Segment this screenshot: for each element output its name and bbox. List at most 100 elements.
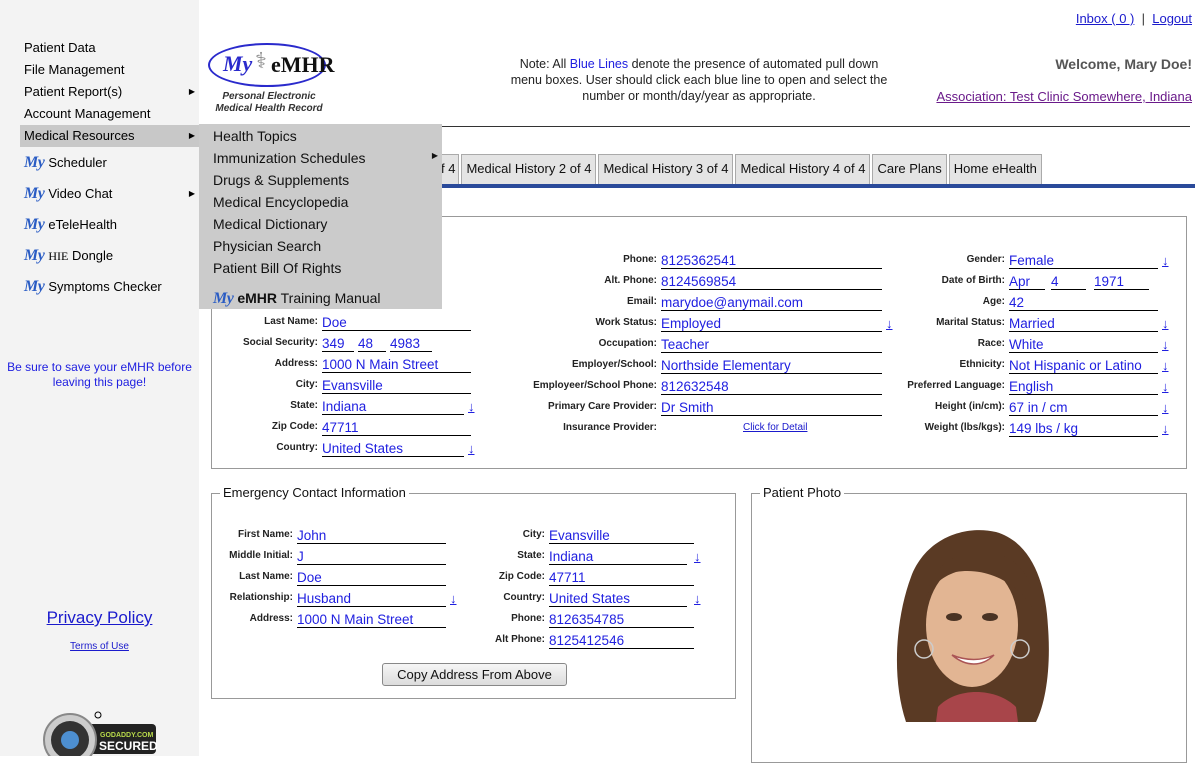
- nav-medical-resources[interactable]: Medical Resources ▶: [20, 125, 199, 147]
- nav-my-hie-dongle[interactable]: My HIE Dongle: [20, 240, 199, 271]
- ec-alt-phone-field[interactable]: Alt Phone: 8125412546: [495, 629, 694, 649]
- ec-state-field[interactable]: State: Indiana ↓: [517, 545, 709, 565]
- nav-my-etelehealth[interactable]: My eTeleHealth: [20, 209, 199, 240]
- association-link[interactable]: Association: Test Clinic Somewhere, Indi…: [936, 89, 1192, 104]
- field-value: 1971: [1094, 274, 1125, 289]
- patient-photo-image[interactable]: [886, 527, 1054, 722]
- country-field[interactable]: Country: United States ↓: [276, 437, 482, 457]
- terms-of-use-link[interactable]: Terms of Use: [70, 641, 129, 652]
- employer-phone-field[interactable]: Employeer/School Phone: 812632548: [533, 375, 882, 395]
- field-value: Employed: [661, 316, 722, 331]
- dropdown-arrow-icon[interactable]: ↓: [1162, 254, 1169, 267]
- dropdown-arrow-icon[interactable]: ↓: [1162, 380, 1169, 393]
- tab-medical-history-2[interactable]: Medical History 2 of 4: [461, 154, 597, 184]
- zip-code-field[interactable]: Zip Code: 47711: [272, 416, 471, 436]
- submenu-medical-dictionary[interactable]: Medical Dictionary: [199, 213, 442, 235]
- ec-address-field[interactable]: Address: 1000 N Main Street: [250, 608, 446, 628]
- occupation-field[interactable]: Occupation: Teacher: [599, 333, 882, 353]
- nav-label: Dongle: [71, 248, 114, 263]
- employer-field[interactable]: Employer/School: Northside Elementary: [572, 354, 882, 374]
- nav-patient-reports[interactable]: Patient Report(s) ▶: [20, 81, 199, 103]
- ssn-part-1[interactable]: 349: [322, 332, 354, 352]
- submenu-patient-bill-of-rights[interactable]: Patient Bill Of Rights: [199, 257, 442, 279]
- submenu-health-topics[interactable]: Health Topics: [199, 125, 442, 147]
- dropdown-arrow-icon[interactable]: ↓: [468, 400, 475, 413]
- ec-zip-code-field[interactable]: Zip Code: 47711: [499, 566, 694, 586]
- seal-label: SECURED: [99, 739, 157, 753]
- alt-phone-field[interactable]: Alt. Phone: 8124569854: [604, 270, 882, 290]
- submenu-physician-search[interactable]: Physician Search: [199, 235, 442, 257]
- dropdown-arrow-icon[interactable]: ↓: [694, 592, 701, 605]
- insurance-detail-link[interactable]: Click for Detail: [743, 422, 807, 433]
- dropdown-arrow-icon[interactable]: ↓: [468, 442, 475, 455]
- tab-medical-history-3[interactable]: Medical History 3 of 4: [598, 154, 734, 184]
- field-label: Weight (lbs/kgs):: [924, 422, 1005, 433]
- marital-status-field[interactable]: Marital Status: Married ↓: [936, 312, 1174, 332]
- ec-relationship-field[interactable]: Relationship: Husband ↓: [230, 587, 462, 607]
- nav-label: eTeleHealth: [48, 217, 117, 232]
- primary-care-provider-field[interactable]: Primary Care Provider: Dr Smith: [548, 396, 882, 416]
- submenu-drugs-supplements[interactable]: Drugs & Supplements: [199, 169, 442, 191]
- tab-medical-history-4[interactable]: Medical History 4 of 4: [735, 154, 871, 184]
- ethnicity-field[interactable]: Ethnicity: Not Hispanic or Latino ↓: [959, 354, 1174, 374]
- address-field[interactable]: Address: 1000 N Main Street: [275, 353, 471, 373]
- gender-field[interactable]: Gender: Female ↓: [967, 249, 1174, 269]
- dropdown-arrow-icon[interactable]: ↓: [1162, 401, 1169, 414]
- ec-city-field[interactable]: City: Evansville: [523, 524, 694, 544]
- field-underline: [549, 627, 694, 628]
- dob-year[interactable]: 1971: [1094, 270, 1149, 290]
- dropdown-arrow-icon[interactable]: ↓: [886, 317, 893, 330]
- last-name-field[interactable]: Last Name: Doe: [264, 311, 471, 331]
- dob-month[interactable]: Apr: [1009, 270, 1045, 290]
- copy-address-button[interactable]: Copy Address From Above: [382, 663, 567, 686]
- submenu-medical-encyclopedia[interactable]: Medical Encyclopedia: [199, 191, 442, 213]
- field-value: 47711: [549, 570, 586, 585]
- field-label: Insurance Provider:: [563, 422, 657, 433]
- city-field[interactable]: City: Evansville: [296, 374, 471, 394]
- field-underline: [322, 372, 471, 373]
- ec-last-name-field[interactable]: Last Name: Doe: [239, 566, 446, 586]
- field-underline: [322, 414, 464, 415]
- dropdown-arrow-icon[interactable]: ↓: [1162, 422, 1169, 435]
- inbox-link[interactable]: Inbox ( 0 ): [1076, 11, 1135, 26]
- tab-care-plans[interactable]: Care Plans: [872, 154, 947, 184]
- nav-my-video-chat[interactable]: My Video Chat ▶: [20, 178, 199, 209]
- logout-link[interactable]: Logout: [1152, 11, 1192, 26]
- godaddy-secured-seal-icon[interactable]: GODADDY.COM SECURED: [42, 710, 157, 756]
- dropdown-arrow-icon[interactable]: ↓: [694, 550, 701, 563]
- dropdown-arrow-icon[interactable]: ↓: [1162, 359, 1169, 372]
- nav-my-scheduler[interactable]: My Scheduler: [20, 147, 199, 178]
- dropdown-arrow-icon[interactable]: ↓: [1162, 317, 1169, 330]
- submenu-immunization-schedules[interactable]: Immunization Schedules ▶: [199, 147, 442, 169]
- race-field[interactable]: Race: White ↓: [978, 333, 1174, 353]
- ec-middle-initial-field[interactable]: Middle Initial: J: [229, 545, 446, 565]
- nav-account-management[interactable]: Account Management: [20, 103, 199, 125]
- dropdown-arrow-icon[interactable]: ↓: [450, 592, 457, 605]
- dropdown-arrow-icon[interactable]: ↓: [1162, 338, 1169, 351]
- nav-file-management[interactable]: File Management: [20, 59, 199, 81]
- field-underline: [1051, 289, 1086, 290]
- height-field[interactable]: Height (in/cm): 67 in / cm ↓: [935, 396, 1174, 416]
- ssn-part-3[interactable]: 4983: [390, 332, 432, 352]
- state-field[interactable]: State: Indiana ↓: [290, 395, 482, 415]
- preferred-language-field[interactable]: Preferred Language: English ↓: [907, 375, 1174, 395]
- ec-country-field[interactable]: Country: United States ↓: [503, 587, 709, 607]
- field-label: Employeer/School Phone:: [533, 380, 657, 391]
- nav-my-symptoms-checker[interactable]: My Symptoms Checker: [20, 271, 199, 302]
- ec-first-name-field[interactable]: First Name: John: [238, 524, 446, 544]
- tab-home-ehealth[interactable]: Home eHealth: [948, 154, 1042, 184]
- ssn-part-2[interactable]: 48: [358, 332, 386, 352]
- submenu-arrow-icon: ▶: [188, 87, 195, 96]
- field-value: 8125362541: [661, 253, 737, 268]
- privacy-policy-link[interactable]: Privacy Policy: [47, 608, 153, 627]
- caduceus-icon: ⚕: [255, 48, 267, 73]
- field-label: Work Status:: [595, 317, 658, 328]
- ec-phone-field[interactable]: Phone: 8126354785: [511, 608, 694, 628]
- submenu-training-manual[interactable]: My eMHR Training Manual: [199, 285, 442, 311]
- phone-field[interactable]: Phone: 8125362541: [623, 249, 882, 269]
- weight-field[interactable]: Weight (lbs/kgs): 149 lbs / kg ↓: [925, 417, 1174, 437]
- email-field[interactable]: Email: marydoe@anymail.com: [627, 291, 882, 311]
- dob-day[interactable]: 4: [1051, 270, 1086, 290]
- work-status-field[interactable]: Work Status: Employed ↓: [596, 312, 901, 332]
- nav-patient-data[interactable]: Patient Data: [20, 37, 199, 59]
